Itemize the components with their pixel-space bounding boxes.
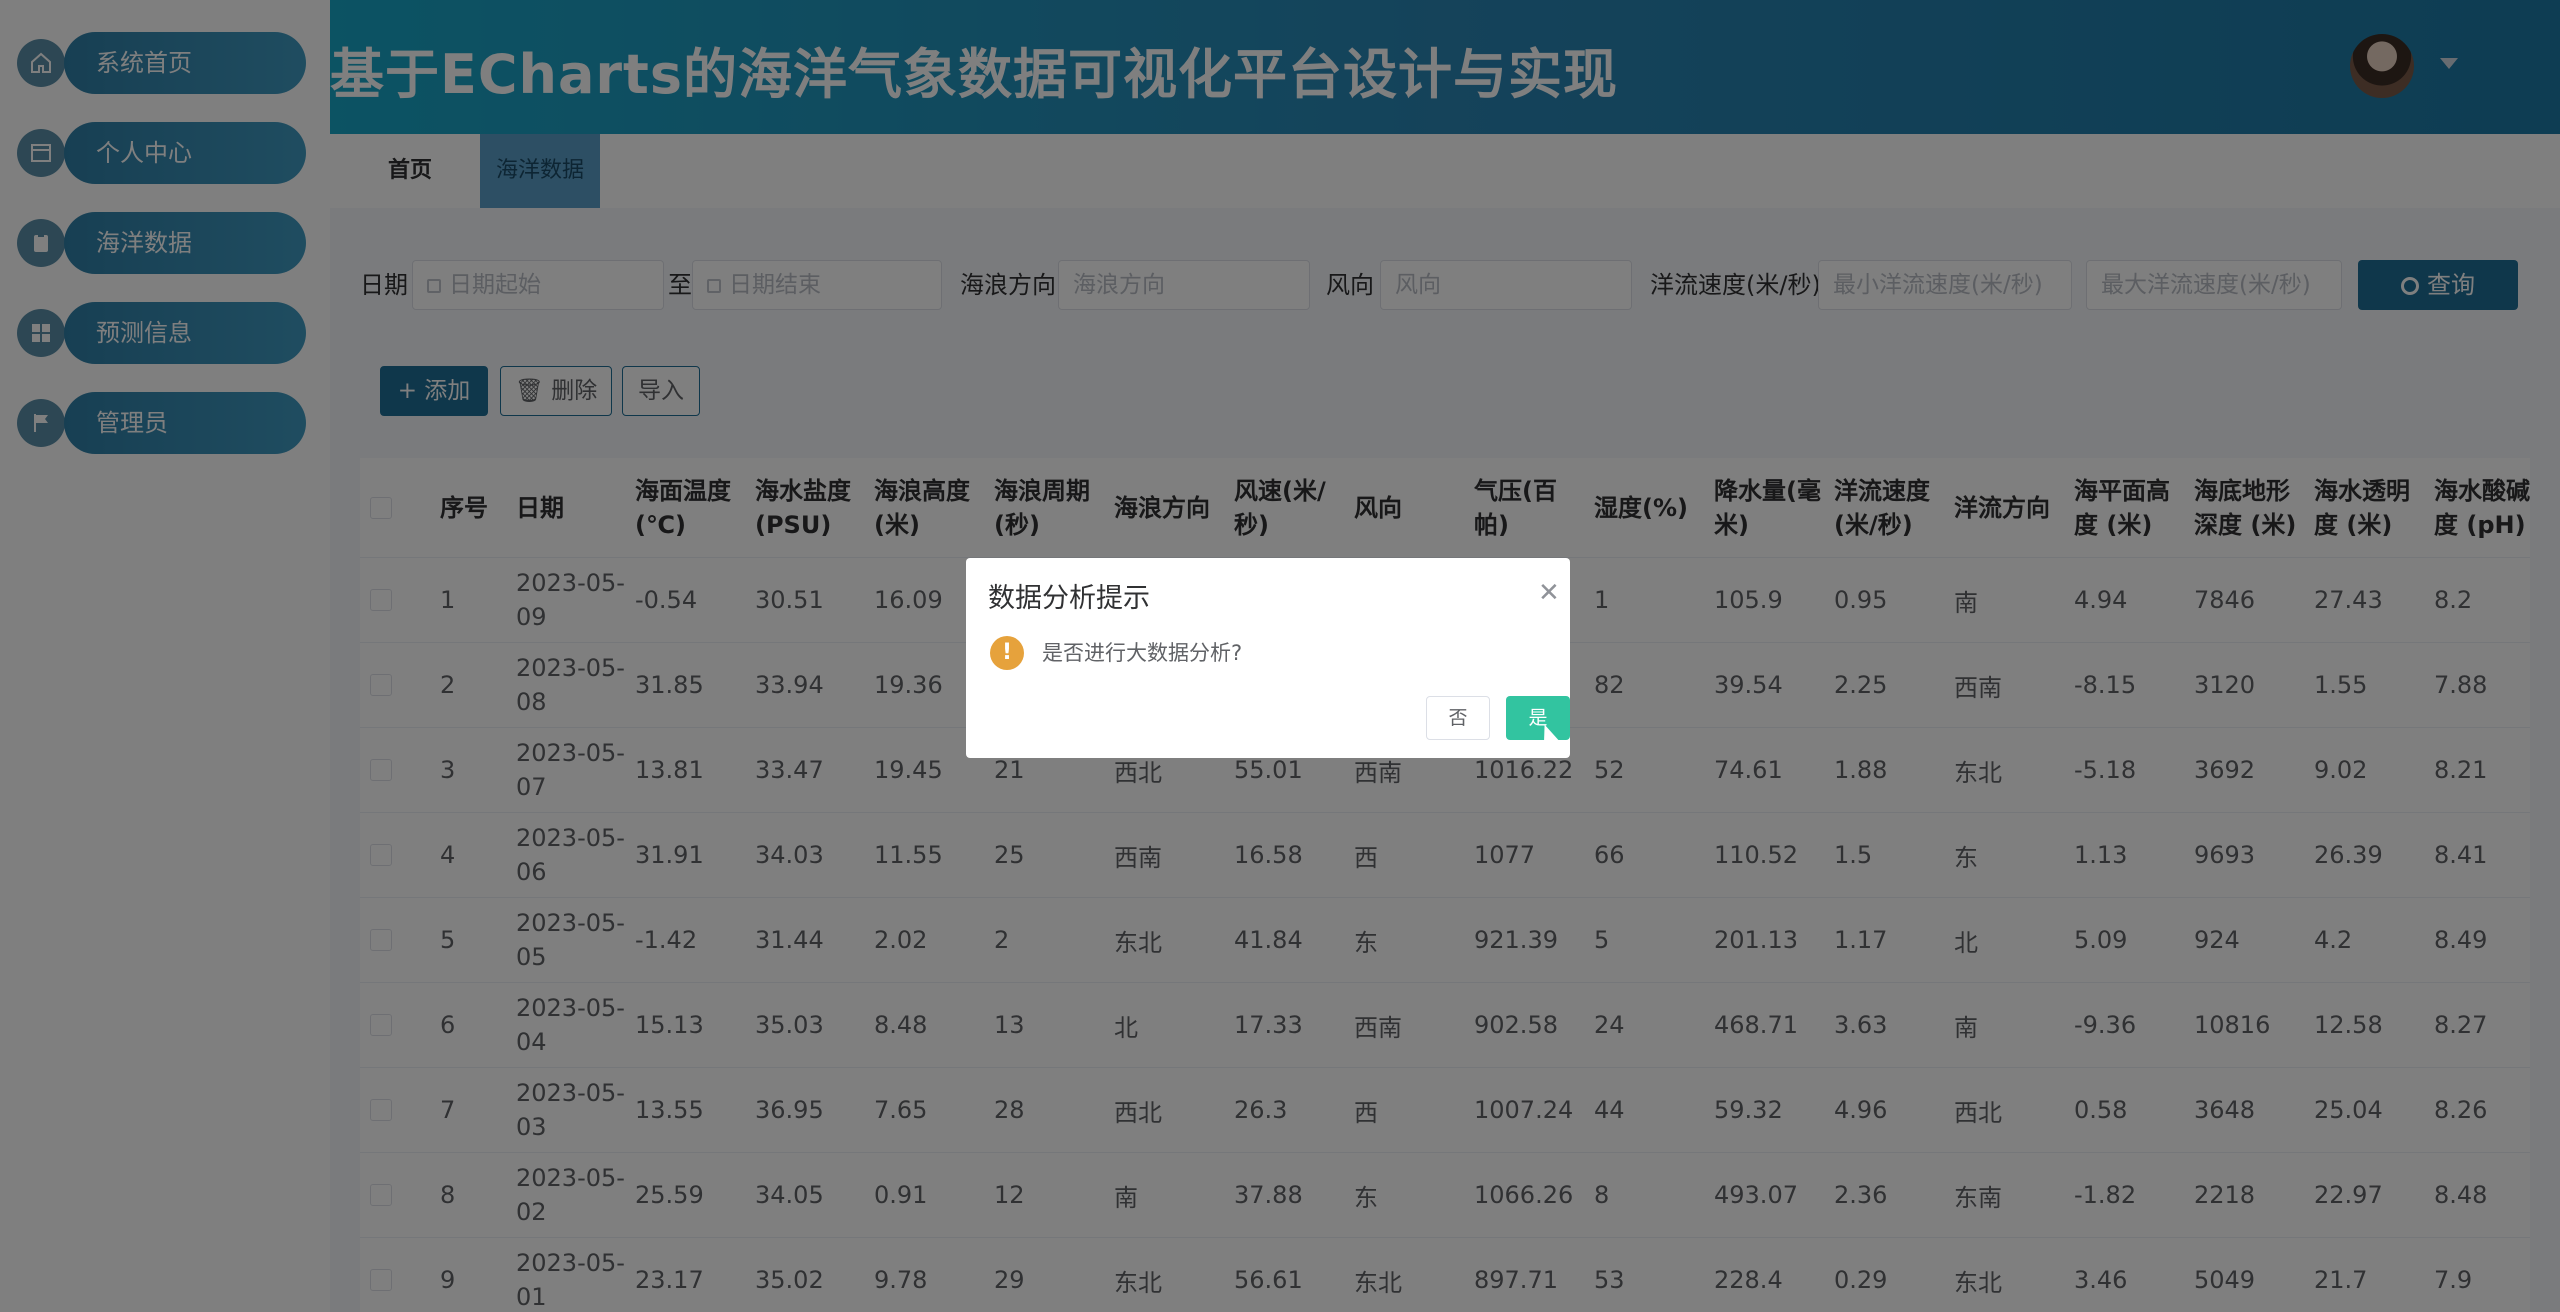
dialog-title: 数据分析提示 bbox=[988, 583, 1150, 614]
data-analysis-dialog: 数据分析提示 ✕ ! 是否进行大数据分析? 否 是 bbox=[966, 558, 1570, 758]
close-icon[interactable]: ✕ bbox=[1538, 580, 1560, 606]
no-button[interactable]: 否 bbox=[1426, 696, 1490, 740]
warning-icon: ! bbox=[990, 636, 1024, 670]
yes-button[interactable]: 是 bbox=[1506, 696, 1570, 740]
dialog-message: 是否进行大数据分析? bbox=[1042, 641, 1243, 665]
